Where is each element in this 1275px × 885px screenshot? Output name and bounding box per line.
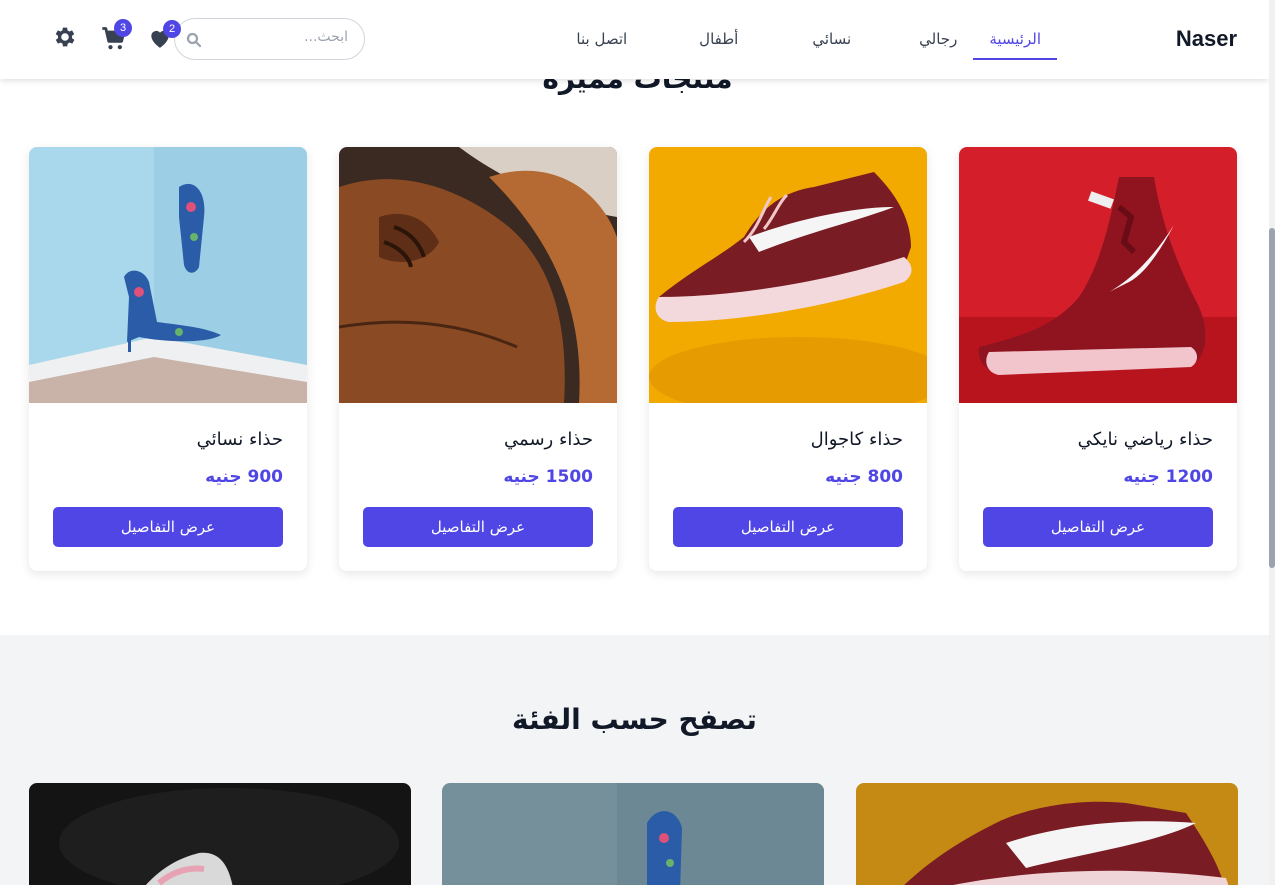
product-name: حذاء نسائي: [196, 429, 283, 450]
category-card[interactable]: [29, 783, 411, 885]
category-image-maroon-sneaker[interactable]: [856, 783, 1238, 885]
gear-icon: [55, 27, 75, 47]
search-box: [174, 18, 365, 60]
product-image-leather-shoe[interactable]: [339, 147, 617, 403]
search-icon[interactable]: [185, 31, 203, 49]
view-details-button[interactable]: عرض التفاصيل: [53, 507, 283, 547]
search-input[interactable]: [218, 29, 348, 45]
categories-section: تصفح حسب الفئة: [0, 635, 1269, 885]
category-image-dark-sneaker[interactable]: [29, 783, 411, 885]
site-logo[interactable]: Naser: [1176, 26, 1237, 52]
product-price: 1500 جنيه: [503, 467, 593, 487]
top-navbar: Naser الرئيسية رجالي نسائي أطفال اتصل بن…: [0, 0, 1269, 79]
scrollbar-thumb[interactable]: [1269, 228, 1275, 568]
category-image-floral-heel[interactable]: [442, 783, 824, 885]
product-name: حذاء رسمي: [504, 429, 593, 450]
product-price: 900 جنيه: [205, 467, 283, 487]
wishlist-button[interactable]: 2: [147, 20, 181, 53]
category-card[interactable]: [856, 783, 1238, 885]
product-card[interactable]: حذاء كاجوال 800 جنيه عرض التفاصيل: [649, 147, 927, 571]
view-details-button[interactable]: عرض التفاصيل: [673, 507, 903, 547]
nav-men[interactable]: رجالي: [903, 20, 973, 60]
main-nav: الرئيسية رجالي نسائي أطفال اتصل بنا: [524, 20, 1057, 60]
product-card[interactable]: حذاء رياضي نايكي 1200 جنيه عرض التفاصيل: [959, 147, 1237, 571]
nav-women[interactable]: نسائي: [796, 20, 867, 60]
product-price: 1200 جنيه: [1123, 467, 1213, 487]
category-card[interactable]: [442, 783, 824, 885]
page-scrollbar[interactable]: [1269, 0, 1275, 885]
product-image-maroon-sneaker[interactable]: [649, 147, 927, 403]
view-details-button[interactable]: عرض التفاصيل: [983, 507, 1213, 547]
cart-button[interactable]: 3: [100, 19, 132, 53]
product-image-floral-heels[interactable]: [29, 147, 307, 403]
product-card[interactable]: حذاء رسمي 1500 جنيه عرض التفاصيل: [339, 147, 617, 571]
nav-contact[interactable]: اتصل بنا: [560, 20, 643, 60]
product-card[interactable]: حذاء نسائي 900 جنيه عرض التفاصيل: [29, 147, 307, 571]
nav-home[interactable]: الرئيسية: [973, 20, 1057, 60]
nav-kids[interactable]: أطفال: [683, 20, 754, 60]
product-name: حذاء رياضي نايكي: [1077, 429, 1213, 450]
settings-button[interactable]: [52, 24, 80, 52]
cart-count-badge: 3: [114, 19, 132, 37]
product-price: 800 جنيه: [825, 467, 903, 487]
product-name: حذاء كاجوال: [810, 429, 903, 450]
view-details-button[interactable]: عرض التفاصيل: [363, 507, 593, 547]
categories-section-title: تصفح حسب الفئة: [512, 703, 757, 736]
product-image-red-sneaker[interactable]: [959, 147, 1237, 403]
wishlist-count-badge: 2: [163, 20, 181, 38]
